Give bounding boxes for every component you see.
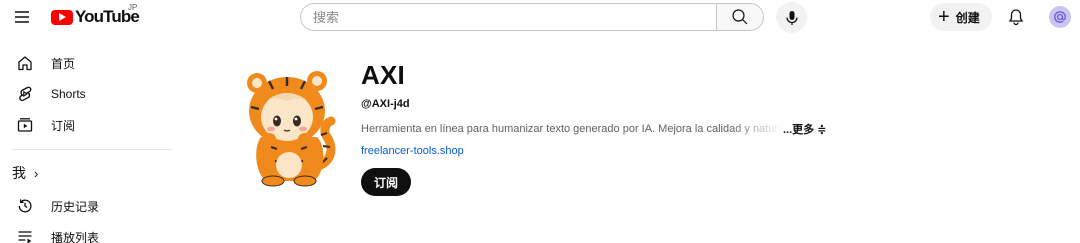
top-bar: YouTube JP + 创建: [0, 0, 1080, 34]
subscribe-button[interactable]: 订阅: [361, 168, 412, 196]
account-avatar[interactable]: [1049, 6, 1071, 28]
chevron-right-icon: ›: [34, 165, 39, 181]
search-icon: [732, 9, 748, 25]
channel-handle: @AXI-j4d: [361, 98, 410, 110]
sidebar-item-label: 订阅: [51, 118, 76, 133]
microphone-icon: [785, 10, 798, 25]
create-label: 创建: [955, 10, 980, 25]
sidebar-item-label: 首页: [51, 56, 76, 71]
play-logo-icon: [51, 9, 73, 25]
channel-description-row[interactable]: Herramienta en línea para humanizar text…: [361, 122, 831, 136]
history-icon: [16, 197, 34, 215]
sidebar-item-subscriptions[interactable]: 订阅: [0, 111, 172, 139]
shorts-icon: [16, 85, 34, 103]
sidebar-divider: [12, 149, 172, 150]
tiger-mascot-icon: [247, 71, 336, 187]
home-icon: [16, 54, 34, 72]
search-button[interactable]: [716, 3, 764, 31]
notifications-icon[interactable]: [1006, 7, 1026, 27]
channel-external-link[interactable]: freelancer-tools.shop: [361, 145, 464, 157]
subscriptions-icon: [16, 116, 34, 134]
sidebar-item-history[interactable]: 历史记录: [0, 192, 172, 220]
sidebar-item-label: Shorts: [51, 87, 86, 101]
channel-description: Herramienta en línea para humanizar text…: [361, 123, 781, 135]
plus-icon: +: [938, 6, 950, 28]
playlist-icon: [16, 228, 34, 243]
create-button[interactable]: + 创建: [930, 3, 992, 31]
sidebar-you-header[interactable]: 我 ›: [12, 162, 38, 184]
sidebar-item-label: 播放列表: [51, 230, 100, 243]
search-bar: [300, 3, 764, 31]
channel-avatar[interactable]: [231, 67, 346, 187]
at-sign-icon: [1054, 11, 1066, 23]
search-input[interactable]: [300, 3, 716, 31]
region-code: JP: [128, 3, 138, 12]
youtube-logo[interactable]: YouTube: [51, 6, 140, 28]
sidebar-item-playlists[interactable]: 播放列表: [0, 223, 172, 243]
voice-search-button[interactable]: [776, 2, 807, 33]
sidebar-item-shorts[interactable]: Shorts: [0, 80, 172, 108]
you-label: 我: [12, 165, 26, 181]
menu-icon[interactable]: [12, 7, 32, 27]
sidebar-item-home[interactable]: 首页: [0, 49, 172, 77]
channel-name: AXI: [361, 60, 405, 90]
more-description-link[interactable]: ...更多 ≑: [783, 121, 826, 137]
sidebar-item-label: 历史记录: [51, 199, 100, 214]
